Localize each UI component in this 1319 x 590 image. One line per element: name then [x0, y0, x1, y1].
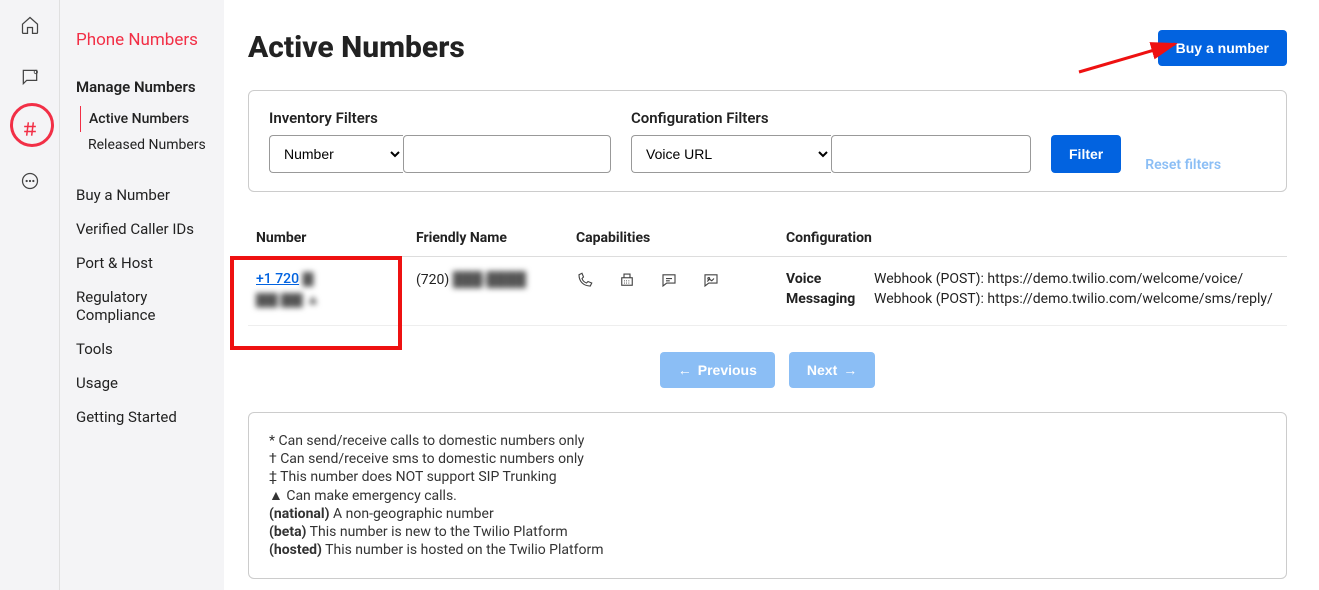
sidebar-manage-heading[interactable]: Manage Numbers: [76, 78, 224, 96]
inventory-filters-label: Inventory Filters: [269, 109, 611, 127]
table-row: +1 720 ▇ ▇▇ ▇▇ ▲ (720) ███-████: [248, 257, 1287, 326]
numbers-table: Number Friendly Name Capabilities Config…: [248, 220, 1287, 326]
previous-button[interactable]: ←Previous: [660, 352, 775, 388]
capabilities-icons: [576, 271, 746, 293]
inventory-filter-value-input[interactable]: [403, 135, 611, 173]
next-button[interactable]: Next→: [789, 352, 875, 388]
sidebar-item-port-and-host[interactable]: Port & Host: [76, 246, 224, 280]
hash-icon[interactable]: [20, 119, 40, 143]
friendly-name: (720) ███-████: [416, 272, 526, 288]
filters-panel: Inventory Filters Number Configuration F…: [248, 90, 1287, 192]
sms-icon: [660, 271, 678, 293]
reset-filters-link[interactable]: Reset filters: [1145, 157, 1221, 173]
cfg-voice-key: Voice: [786, 271, 866, 287]
col-configuration: Configuration: [778, 220, 1287, 257]
phone-number-line2: ▇▇ ▇▇ ▲: [256, 292, 320, 308]
configuration-filter-value-input[interactable]: [831, 135, 1031, 173]
legend-line: (beta) This number is new to the Twilio …: [269, 524, 1266, 540]
arrow-right-icon: →: [843, 362, 857, 378]
icon-rail: [0, 0, 60, 590]
fax-icon: [618, 271, 636, 293]
voice-icon: [576, 271, 594, 293]
sidebar-title[interactable]: Phone Numbers: [76, 30, 224, 50]
legend-line: ‡ This number does NOT support SIP Trunk…: [269, 469, 1266, 485]
sidebar-item-released-numbers[interactable]: Released Numbers: [88, 132, 224, 158]
sidebar-item-getting-started[interactable]: Getting Started: [76, 400, 224, 434]
more-icon[interactable]: [20, 171, 40, 195]
legend-panel: * Can send/receive calls to domestic num…: [248, 412, 1287, 579]
sidebar-item-buy-a-number[interactable]: Buy a Number: [76, 178, 224, 212]
col-number: Number: [248, 220, 408, 257]
configuration-filter-type-select[interactable]: Voice URL: [631, 135, 831, 173]
home-icon[interactable]: [20, 15, 40, 39]
legend-line: * Can send/receive calls to domestic num…: [269, 433, 1266, 449]
legend-line: (hosted) This number is hosted on the Tw…: [269, 542, 1266, 558]
pagination: ←Previous Next→: [248, 352, 1287, 388]
sidebar-item-usage[interactable]: Usage: [76, 366, 224, 400]
col-friendly-name: Friendly Name: [408, 220, 568, 257]
chat-icon[interactable]: [20, 67, 40, 91]
arrow-left-icon: ←: [678, 362, 692, 378]
buy-number-button[interactable]: Buy a number: [1158, 30, 1287, 66]
legend-line: (national) A non-geographic number: [269, 506, 1266, 522]
cfg-voice-value: Webhook (POST): https://demo.twilio.com/…: [874, 271, 1243, 287]
cfg-messaging-key: Messaging: [786, 291, 866, 307]
sidebar: Phone Numbers Manage Numbers Active Numb…: [60, 0, 224, 590]
inventory-filter-type-select[interactable]: Number: [269, 135, 403, 173]
legend-line: ▲ Can make emergency calls.: [269, 487, 1266, 504]
main-content: Active Numbers Buy a number Inventory Fi…: [224, 0, 1311, 590]
phone-number-link[interactable]: +1 720: [256, 271, 299, 287]
sidebar-item-regulatory-compliance[interactable]: Regulatory Compliance: [76, 280, 224, 332]
configuration-filters-label: Configuration Filters: [631, 109, 1031, 127]
page-title: Active Numbers: [248, 30, 465, 65]
mms-icon: [702, 271, 720, 293]
filter-button[interactable]: Filter: [1051, 135, 1121, 173]
sidebar-item-tools[interactable]: Tools: [76, 332, 224, 366]
sidebar-item-verified-caller-ids[interactable]: Verified Caller IDs: [76, 212, 224, 246]
sidebar-item-active-numbers[interactable]: Active Numbers: [80, 106, 224, 132]
phone-number-redacted: ▇: [303, 271, 314, 287]
col-capabilities: Capabilities: [568, 220, 778, 257]
cfg-messaging-value: Webhook (POST): https://demo.twilio.com/…: [874, 291, 1273, 307]
legend-line: † Can send/receive sms to domestic numbe…: [269, 451, 1266, 467]
